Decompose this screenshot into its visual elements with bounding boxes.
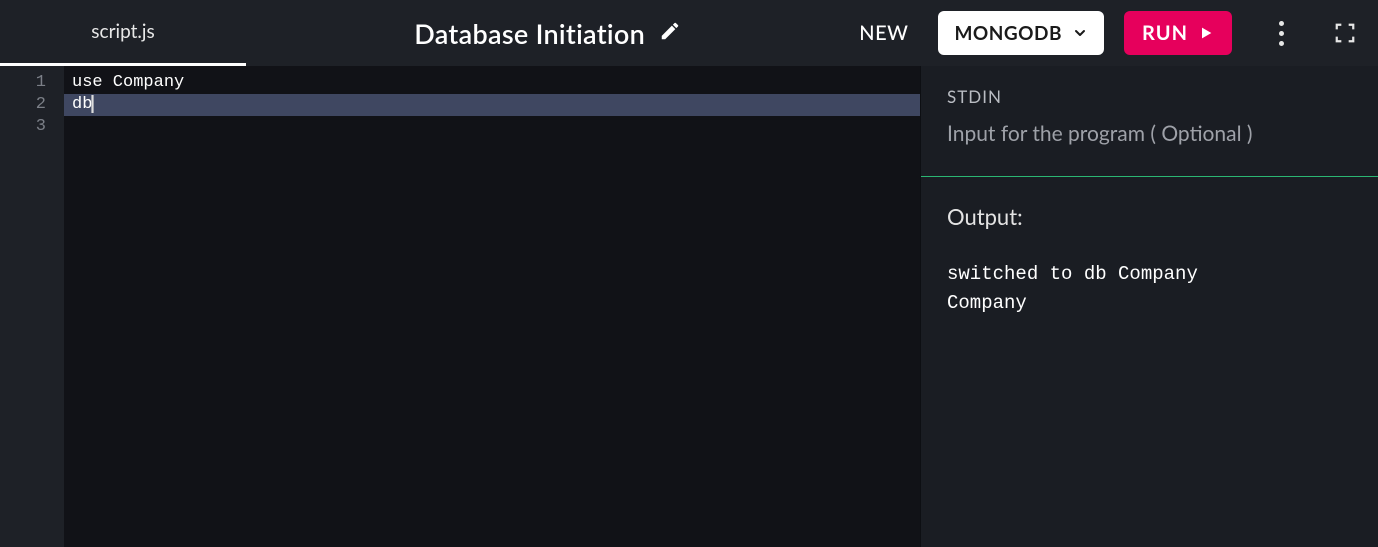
app-root: script.js Database Initiation NEW MONGOD…	[0, 0, 1378, 547]
stdin-input[interactable]: Input for the program ( Optional )	[947, 121, 1352, 146]
new-button-label: NEW	[859, 21, 908, 45]
new-button[interactable]: NEW	[849, 21, 918, 45]
stdin-label: STDIN	[947, 86, 1352, 107]
play-icon	[1198, 25, 1214, 41]
code-line	[64, 116, 920, 138]
title-area: Database Initiation	[246, 17, 849, 50]
stdin-placeholder: Input for the program ( Optional )	[947, 121, 1253, 146]
edit-title-button[interactable]	[659, 20, 681, 46]
code-editor[interactable]: 1 2 3 use Company db	[0, 66, 920, 547]
more-menu-button[interactable]	[1266, 18, 1296, 48]
project-title: Database Initiation	[414, 17, 645, 50]
output-label: Output:	[947, 203, 1352, 230]
pencil-icon	[659, 20, 681, 42]
stdin-section: STDIN Input for the program ( Optional )	[921, 66, 1378, 176]
code-line: use Company	[64, 72, 920, 94]
main-area: 1 2 3 use Company db STDIN Input for the…	[0, 66, 1378, 547]
code-area[interactable]: use Company db	[64, 66, 920, 547]
run-button-label: RUN	[1142, 21, 1188, 45]
line-number: 1	[0, 72, 64, 94]
output-section: Output: switched to db Company Company	[921, 177, 1378, 345]
file-tab-label: script.js	[91, 20, 154, 43]
toolbar-right: NEW MONGODB RUN	[849, 11, 1360, 55]
line-number: 3	[0, 116, 64, 138]
output-text: switched to db Company Company	[947, 260, 1352, 319]
io-panel: STDIN Input for the program ( Optional )…	[920, 66, 1378, 547]
top-bar: script.js Database Initiation NEW MONGOD…	[0, 0, 1378, 66]
file-tab[interactable]: script.js	[0, 0, 246, 66]
text-cursor	[92, 95, 93, 113]
code-text: db	[72, 95, 92, 114]
fullscreen-button[interactable]	[1330, 18, 1360, 48]
kebab-icon	[1279, 21, 1284, 46]
fullscreen-icon	[1334, 22, 1356, 44]
language-select[interactable]: MONGODB	[938, 11, 1104, 55]
language-select-label: MONGODB	[954, 22, 1062, 45]
line-number: 2	[0, 94, 64, 116]
chevron-down-icon	[1072, 25, 1088, 41]
line-gutter: 1 2 3	[0, 66, 64, 547]
code-text: use Company	[72, 73, 184, 92]
run-button[interactable]: RUN	[1124, 11, 1232, 55]
code-line: db	[64, 94, 920, 116]
